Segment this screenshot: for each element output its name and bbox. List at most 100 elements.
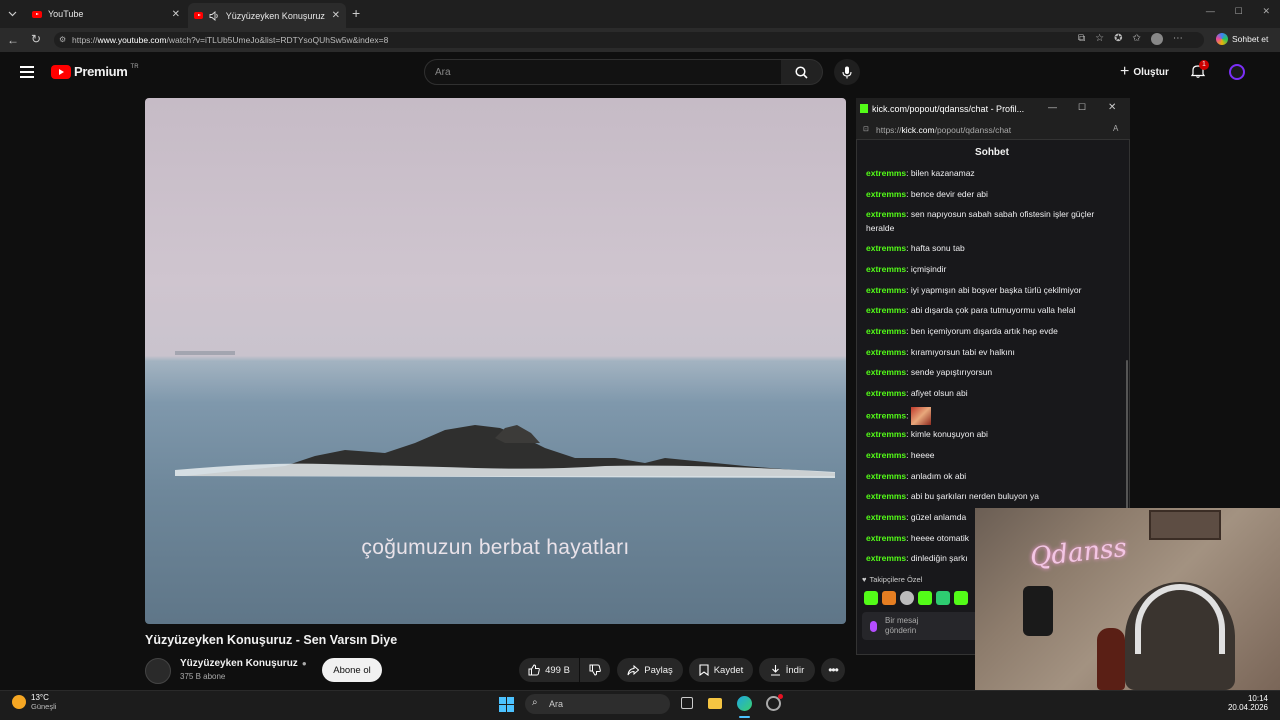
emote-button[interactable] (882, 591, 896, 605)
chat-username[interactable]: extremms (866, 388, 906, 398)
chat-username[interactable]: extremms (866, 243, 906, 253)
extension-icon[interactable]: ✪ (1114, 33, 1122, 45)
chat-username[interactable]: extremms (866, 209, 906, 219)
speaker-icon[interactable] (209, 10, 219, 21)
taskbar-search[interactable]: ⌕ Ara (525, 694, 670, 714)
create-button[interactable]: + Oluştur (1112, 61, 1177, 83)
download-button[interactable]: İndir (759, 658, 815, 682)
close-icon[interactable]: ✕ (1263, 6, 1271, 17)
tab-youtube[interactable]: YouTube ✕ (26, 3, 186, 25)
menu-icon[interactable] (20, 66, 34, 78)
read-aloud-icon[interactable]: A (1113, 124, 1118, 133)
chat-text: : iyi yapmışın abi boşver başka türlü çe… (906, 285, 1082, 295)
url-field[interactable]: ⚙ https://www.youtube.com/watch?v=iTLUb5… (54, 32, 1204, 48)
chat-username[interactable]: extremms (866, 189, 906, 199)
chat-message: extremms: afiyet olsun abi (866, 386, 1118, 400)
chat-username[interactable]: extremms (866, 533, 906, 543)
followers-only-indicator: ♥ Takipçilere Özel (862, 575, 922, 584)
video-title: Yüzyüzeyken Konuşuruz - Sen Varsın Diye (145, 633, 398, 647)
channel-avatar[interactable] (145, 658, 171, 684)
chat-scrollbar[interactable] (1126, 360, 1128, 510)
tab-list-button[interactable] (4, 6, 20, 22)
more-icon[interactable]: ⋯ (1173, 33, 1183, 45)
chat-username[interactable]: extremms (866, 168, 906, 178)
close-tab-icon[interactable]: ✕ (172, 9, 180, 20)
copilot-label: Sohbet et (1232, 34, 1269, 44)
emote-button[interactable] (936, 591, 950, 605)
edge-browser-icon[interactable] (737, 696, 752, 711)
dislike-button[interactable] (580, 658, 610, 682)
search-input[interactable]: Ara (424, 59, 782, 85)
maximize-icon[interactable]: ☐ (1235, 6, 1243, 17)
record-dot (778, 694, 783, 699)
microphone-icon[interactable] (870, 620, 877, 632)
plus-icon: + (1120, 63, 1130, 80)
chat-username[interactable]: extremms (866, 491, 906, 501)
emote-button[interactable] (900, 591, 914, 605)
app-icon[interactable]: ⧉ (1078, 33, 1085, 45)
favorites-icon[interactable]: ✩ (1133, 33, 1141, 45)
chat-username[interactable]: extremms (866, 367, 906, 377)
more-actions-button[interactable]: ••• (821, 658, 845, 682)
emote-button[interactable] (864, 591, 878, 605)
emote-button[interactable] (918, 591, 932, 605)
chat-username[interactable]: extremms (866, 285, 906, 295)
windows-logo-icon (499, 697, 506, 704)
task-view-icon[interactable] (681, 697, 693, 709)
notifications-button[interactable]: 1 (1190, 60, 1209, 84)
copilot-icon (1216, 33, 1228, 45)
clock-date: 20.04.2026 (1227, 703, 1268, 712)
chat-text: : sende yapıştırıyorsun (906, 367, 993, 377)
download-icon (770, 665, 780, 676)
minimize-icon[interactable]: — (1206, 6, 1215, 17)
popout-url-field[interactable]: ⊡ https://kick.com/popout/qdanss/chat A (856, 120, 1130, 140)
chat-username[interactable]: extremms (866, 264, 906, 274)
close-tab-icon[interactable]: ✕ (332, 10, 340, 21)
settings-app-icon[interactable] (766, 694, 783, 711)
chat-message-input[interactable]: Bir mesaj gönderin (862, 612, 980, 640)
chat-message: extremms: abi dışarda çok para tutmuyorm… (866, 303, 1118, 317)
chat-message: extremms: kıramıyorsun tabi ev halkını (866, 345, 1118, 359)
chat-username[interactable]: extremms (866, 450, 906, 460)
back-icon[interactable]: ← (7, 33, 19, 47)
share-button[interactable]: Paylaş (617, 658, 683, 682)
popout-maximize-icon[interactable]: ☐ (1078, 102, 1086, 113)
favorite-star-icon[interactable]: ☆ (1095, 33, 1104, 45)
logo-text: Premium (74, 64, 128, 79)
chat-username[interactable]: extremms (866, 471, 906, 481)
channel-name[interactable]: Yüzyüzeyken Konuşuruz ● (180, 658, 307, 669)
url-prefix: https:// (72, 35, 98, 45)
profile-avatar[interactable] (1150, 33, 1163, 45)
chat-username[interactable]: extremms (866, 553, 906, 563)
youtube-play-icon (51, 64, 71, 79)
video-subtitle: çoğumuzun berbat hayatları (361, 536, 630, 559)
file-explorer-icon[interactable] (708, 698, 722, 709)
reload-icon[interactable]: ↻ (31, 32, 41, 46)
emote-button[interactable] (954, 591, 968, 605)
tab-video[interactable]: Yüzyüzeyken Konuşuruz - Sen ✕ (188, 3, 346, 28)
chat-username[interactable]: extremms (866, 326, 906, 336)
followers-only-label: Takipçilere Özel (869, 575, 923, 584)
chat-username[interactable]: extremms (866, 410, 906, 420)
chat-username[interactable]: extremms (866, 429, 906, 439)
search-button[interactable] (781, 59, 823, 85)
site-info-icon[interactable]: ⚙ (59, 35, 66, 44)
account-avatar[interactable] (1229, 64, 1245, 80)
like-button[interactable]: 499 B (519, 658, 579, 682)
voice-search-button[interactable] (834, 59, 860, 85)
new-tab-button[interactable]: + (352, 5, 360, 21)
youtube-favicon-icon (32, 10, 42, 18)
start-button[interactable] (499, 697, 514, 712)
save-button[interactable]: Kaydet (689, 658, 753, 682)
copilot-button[interactable]: Sohbet et (1216, 33, 1268, 45)
chat-username[interactable]: extremms (866, 512, 906, 522)
popout-minimize-icon[interactable]: — (1048, 102, 1057, 112)
chat-username[interactable]: extremms (866, 305, 906, 315)
chat-username[interactable]: extremms (866, 347, 906, 357)
weather-widget[interactable]: 13°C Güneşli (12, 693, 56, 711)
youtube-logo[interactable]: Premium TR (51, 64, 139, 79)
subscribe-button[interactable]: Abone ol (322, 658, 382, 682)
popout-close-icon[interactable]: ✕ (1108, 102, 1116, 113)
bookmark-icon (699, 664, 709, 676)
clock[interactable]: 10:14 20.04.2026 (1210, 694, 1268, 712)
